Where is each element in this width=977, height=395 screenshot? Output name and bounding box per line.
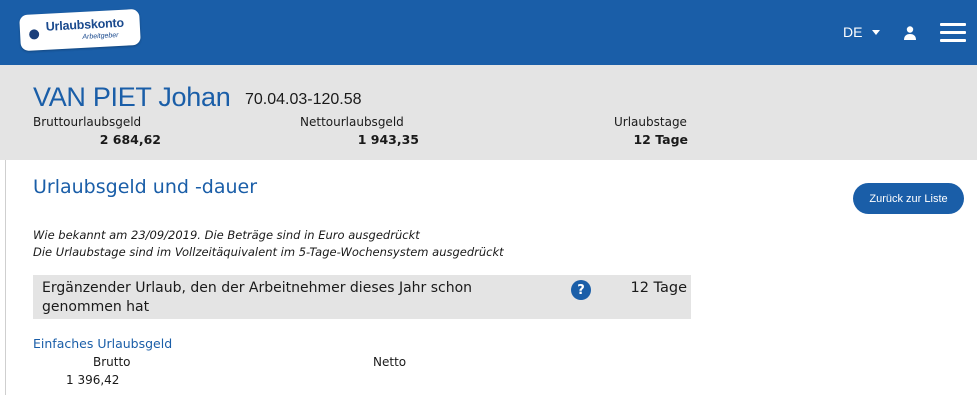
- brutto-value: 1 396,42: [66, 373, 120, 387]
- simple-holiday-pay-title: Einfaches Urlaubsgeld: [33, 336, 173, 351]
- brutto-label: Brutto: [93, 355, 131, 369]
- employee-summary: VAN PIET Johan 70.04.03-120.58 Bruttourl…: [0, 65, 977, 160]
- employee-name: VAN PIET Johan: [33, 82, 231, 112]
- language-selector[interactable]: DE: [843, 24, 881, 40]
- user-icon[interactable]: [902, 25, 918, 41]
- logo-subtitle: Arbeitgeber: [82, 31, 119, 41]
- additional-holiday-value: 12 Tage: [630, 280, 687, 296]
- hamburger-menu-icon[interactable]: [940, 23, 966, 43]
- additional-holiday-label: Ergänzender Urlaub, den der Arbeitnehmer…: [42, 280, 473, 315]
- netto-label: Netto: [373, 355, 407, 369]
- note-reference-date: Wie bekannt am 23/09/2019. Die Beträge s…: [33, 228, 420, 242]
- holiday-days-label: Urlaubstage: [614, 115, 687, 129]
- language-label: DE: [843, 24, 863, 40]
- employee-id: 70.04.03-120.58: [245, 91, 362, 108]
- net-holiday-pay-label: Nettourlaubsgeld: [300, 115, 404, 129]
- net-holiday-pay-value: 1 943,35: [357, 132, 419, 147]
- logo-dot: [28, 29, 40, 40]
- section-title: Urlaubsgeld und -dauer: [33, 176, 258, 198]
- menu-line: [940, 31, 966, 34]
- caret-down-icon: [872, 29, 881, 35]
- top-navigation-bar: Urlaubskonto Arbeitgeber DE: [0, 0, 977, 65]
- menu-line: [940, 23, 966, 26]
- additional-holiday-row: Ergänzender Urlaub, den der Arbeitnehmer…: [33, 275, 691, 319]
- holiday-days-value: 12 Tage: [633, 132, 688, 147]
- gross-holiday-pay-value: 2 684,62: [99, 132, 161, 147]
- gross-holiday-pay-label: Bruttourlaubsgeld: [33, 115, 142, 129]
- help-icon[interactable]: ?: [571, 280, 591, 300]
- app-logo[interactable]: Urlaubskonto Arbeitgeber: [19, 8, 141, 52]
- content-border: [5, 160, 6, 395]
- logo-title: Urlaubskonto: [45, 15, 125, 34]
- menu-line: [940, 39, 966, 42]
- note-day-system: Die Urlaubstage sind im Vollzeitäquivale…: [33, 245, 504, 259]
- back-to-list-button[interactable]: Zurück zur Liste: [853, 183, 964, 214]
